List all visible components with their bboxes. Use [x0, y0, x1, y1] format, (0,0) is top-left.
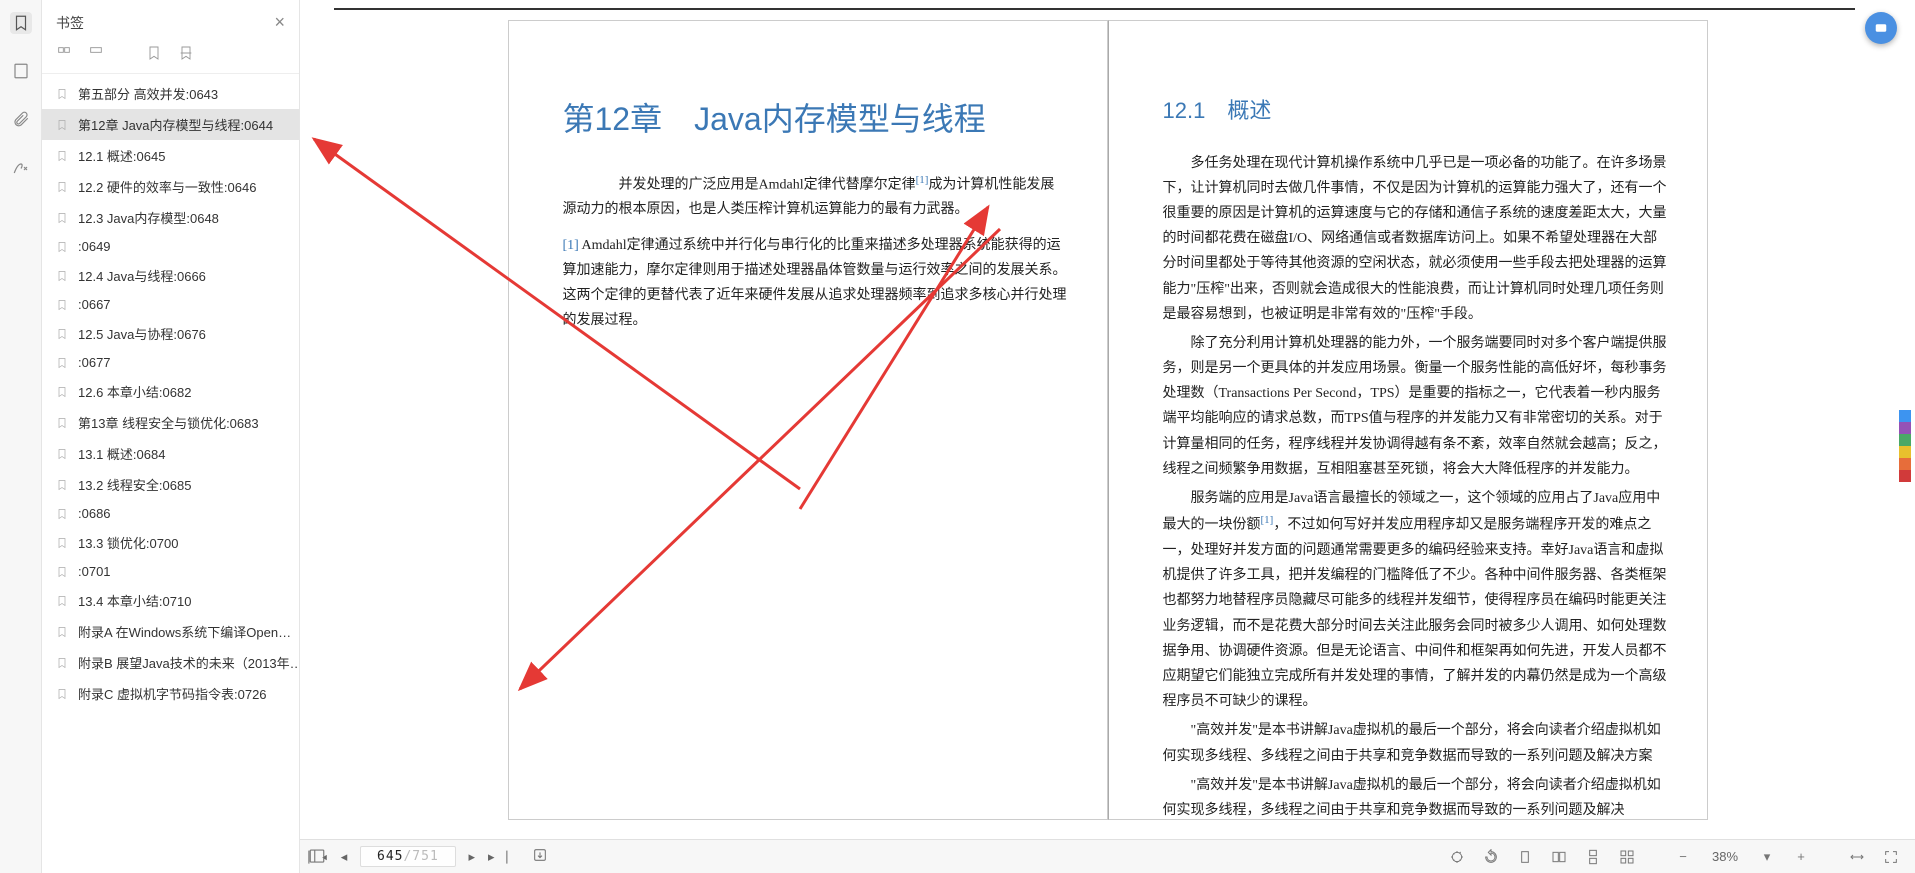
- bookmark-item[interactable]: :0686: [42, 500, 299, 527]
- remove-bookmark-icon[interactable]: [178, 45, 196, 63]
- last-page-icon[interactable]: ▸⎹: [488, 849, 508, 865]
- bookmark-icon: [56, 536, 70, 550]
- bookmark-icon: [56, 211, 70, 225]
- bookmark-icon: [56, 356, 70, 370]
- bookmark-icon: [56, 625, 70, 639]
- bookmark-item[interactable]: 12.5 Java与协程:0676: [42, 318, 299, 349]
- bookmark-icon: [56, 118, 70, 132]
- bookmark-item[interactable]: 12.3 Java内存模型:0648: [42, 202, 299, 233]
- rotate-icon[interactable]: [1481, 847, 1501, 867]
- continuous-two-icon[interactable]: [1617, 847, 1637, 867]
- zoom-in-icon[interactable]: +: [1791, 847, 1811, 867]
- bookmark-item[interactable]: 12.6 本章小结:0682: [42, 376, 299, 407]
- zoom-dropdown-icon[interactable]: ▾: [1757, 847, 1777, 867]
- bookmark-item[interactable]: 12.1 概述:0645: [42, 140, 299, 171]
- section-heading: 12.1 概述: [1163, 91, 1667, 131]
- view-controls-bar: − 38% ▾ +: [600, 839, 1915, 873]
- prev-page-icon[interactable]: ◂: [334, 849, 354, 865]
- bookmark-item[interactable]: 第13章 线程安全与锁优化:0683: [42, 407, 299, 438]
- bookmark-icon: [56, 594, 70, 608]
- bookmark-item[interactable]: 12.2 硬件的效率与一致性:0646: [42, 171, 299, 202]
- bookmark-item[interactable]: 13.3 锁优化:0700: [42, 527, 299, 558]
- bookmark-icon: [56, 298, 70, 312]
- page-input[interactable]: 645/751: [360, 846, 456, 867]
- bookmark-item[interactable]: :0667: [42, 291, 299, 318]
- bookmark-icon: [56, 565, 70, 579]
- bookmark-item[interactable]: 第12章 Java内存模型与线程:0644: [42, 109, 299, 140]
- add-bookmark-icon[interactable]: [146, 45, 164, 63]
- bookmark-list: 第五部分 高效并发:0643第12章 Java内存模型与线程:064412.1 …: [42, 74, 299, 873]
- two-page-icon[interactable]: [1549, 847, 1569, 867]
- bookmark-item[interactable]: 附录C 虚拟机字节码指令表:0726: [42, 678, 299, 709]
- read-mode-icon[interactable]: [1447, 847, 1467, 867]
- bookmark-icon: [56, 87, 70, 101]
- bookmarks-sidebar: 书签 × 第五部分 高效并发:0643第12章 Java内存模型与线程:0644…: [42, 0, 300, 873]
- thumbnails-icon[interactable]: [10, 60, 32, 82]
- bookmark-icon: [56, 149, 70, 163]
- bookmark-item[interactable]: 13.2 线程安全:0685: [42, 469, 299, 500]
- chapter-heading: 第12章 Java内存模型与线程: [563, 91, 1067, 149]
- bookmark-icon: [56, 240, 70, 254]
- sidebar-toggle-icon[interactable]: [308, 847, 328, 867]
- export-icon[interactable]: [530, 847, 550, 866]
- left-icon-rail: [0, 0, 42, 873]
- zoom-out-icon[interactable]: −: [1673, 847, 1693, 867]
- bookmark-item[interactable]: 第五部分 高效并发:0643: [42, 78, 299, 109]
- collapse-all-icon[interactable]: [88, 45, 106, 63]
- bookmark-icon: [56, 656, 70, 670]
- single-page-icon[interactable]: [1515, 847, 1535, 867]
- zoom-level[interactable]: 38%: [1707, 849, 1743, 864]
- bookmark-item[interactable]: 13.4 本章小结:0710: [42, 585, 299, 616]
- close-icon[interactable]: ×: [274, 12, 285, 33]
- sidebar-title: 书签: [56, 13, 84, 33]
- bookmark-icon: [56, 416, 70, 430]
- bookmark-icon: [56, 385, 70, 399]
- bookmark-icon: [56, 507, 70, 521]
- bookmark-icon: [56, 327, 70, 341]
- assistant-float-button[interactable]: [1865, 12, 1897, 44]
- bookmark-icon: [56, 687, 70, 701]
- color-swatches[interactable]: [1899, 410, 1911, 482]
- bookmark-item[interactable]: 附录A 在Windows系统下编译Open…: [42, 616, 299, 647]
- bookmark-item[interactable]: :0677: [42, 349, 299, 376]
- bookmark-item[interactable]: :0649: [42, 233, 299, 260]
- page-right: 12.1 概述 多任务处理在现代计算机操作系统中几乎已是一项必备的功能了。在许多…: [1108, 20, 1708, 820]
- fullscreen-icon[interactable]: [1881, 847, 1901, 867]
- attachments-icon[interactable]: [10, 108, 32, 130]
- page-left: 第12章 Java内存模型与线程 并发处理的广泛应用是Amdahl定律代替摩尔定…: [508, 20, 1108, 820]
- bookmark-icon: [56, 180, 70, 194]
- bookmark-icon: [56, 478, 70, 492]
- bookmark-item[interactable]: :0701: [42, 558, 299, 585]
- expand-all-icon[interactable]: [56, 45, 74, 63]
- document-viewer: 第12章 Java内存模型与线程 并发处理的广泛应用是Amdahl定律代替摩尔定…: [300, 0, 1915, 873]
- bookmark-icon: [56, 269, 70, 283]
- bookmark-icon: [56, 447, 70, 461]
- signature-icon[interactable]: [10, 156, 32, 178]
- bookmark-item[interactable]: 附录B 展望Java技术的未来（2013年…: [42, 647, 299, 678]
- next-page-icon[interactable]: ▸: [462, 849, 482, 865]
- bookmarks-icon[interactable]: [10, 12, 32, 34]
- bookmark-item[interactable]: 13.1 概述:0684: [42, 438, 299, 469]
- page-nav-bar: ⎸◂ ◂ 645/751 ▸ ▸⎹: [300, 839, 600, 873]
- fit-width-icon[interactable]: [1847, 847, 1867, 867]
- continuous-icon[interactable]: [1583, 847, 1603, 867]
- bookmark-item[interactable]: 12.4 Java与线程:0666: [42, 260, 299, 291]
